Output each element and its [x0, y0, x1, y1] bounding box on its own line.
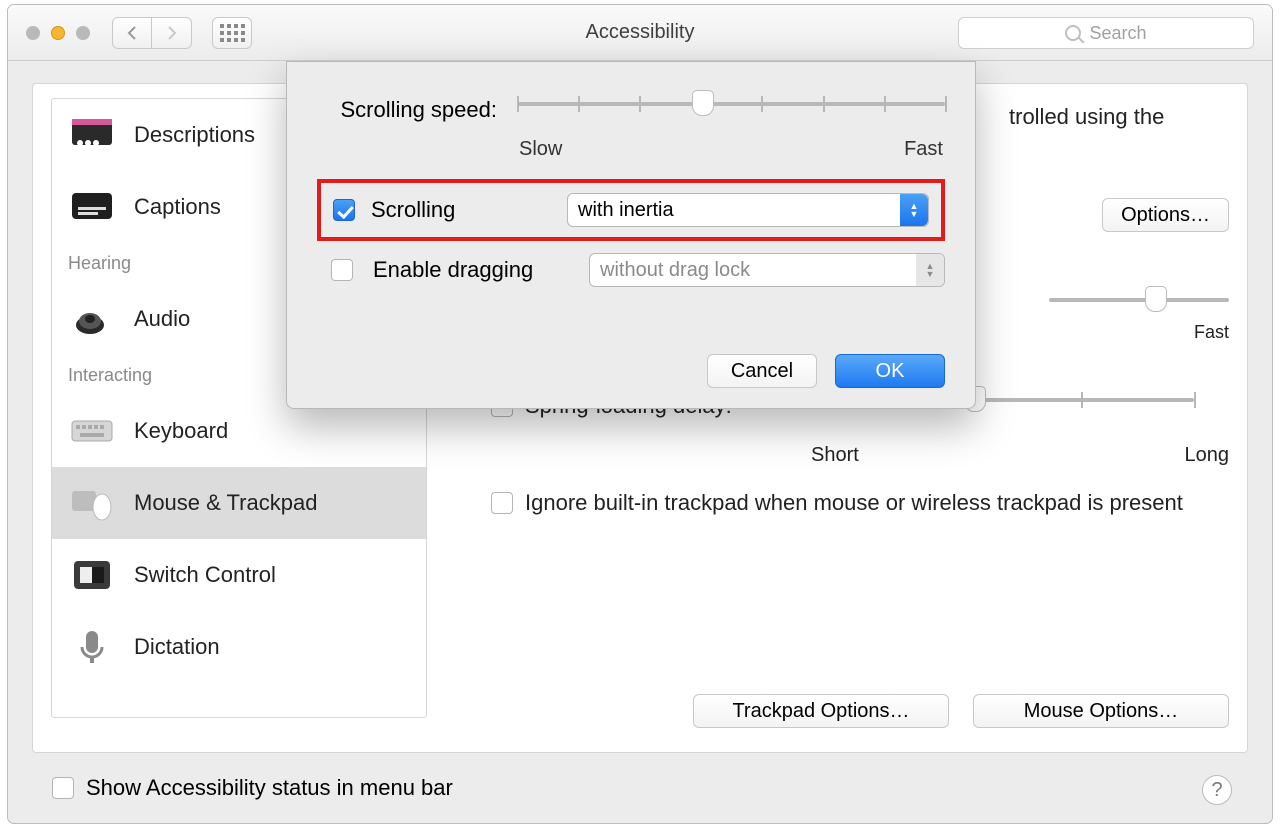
titlebar: Accessibility Search — [8, 5, 1272, 61]
scrolling-speed-label: Scrolling speed: — [317, 97, 497, 123]
show-status-checkbox[interactable] — [52, 777, 74, 799]
highlight-annotation: Scrolling with inertia ▲▼ — [317, 179, 945, 241]
captions-icon — [68, 187, 116, 227]
slow-label: Slow — [519, 138, 562, 161]
sidebar-item-switch-control[interactable]: Switch Control — [52, 539, 426, 611]
scrolling-checkbox[interactable] — [333, 199, 355, 221]
close-window-button[interactable] — [26, 26, 40, 40]
forward-button[interactable] — [152, 17, 192, 49]
chevron-updown-icon: ▲▼ — [916, 254, 944, 286]
sidebar-item-mouse-trackpad[interactable]: Mouse & Trackpad — [52, 467, 426, 539]
slider-thumb[interactable] — [1145, 286, 1167, 312]
minimize-window-button[interactable] — [51, 26, 65, 40]
scrolling-mode-popup[interactable]: with inertia ▲▼ — [567, 193, 929, 227]
sidebar-item-label: Dictation — [134, 634, 220, 660]
audio-icon — [68, 299, 116, 339]
enable-dragging-label: Enable dragging — [373, 257, 569, 283]
ok-button[interactable]: OK — [835, 354, 945, 388]
dragging-mode-value: without drag lock — [600, 259, 750, 282]
slider-thumb[interactable] — [692, 90, 714, 116]
footer-row: Show Accessibility status in menu bar — [52, 775, 453, 801]
ignore-trackpad-checkbox[interactable] — [491, 492, 513, 514]
window-controls — [26, 26, 90, 40]
help-button[interactable]: ? — [1202, 775, 1232, 805]
spring-left-label: Short — [811, 444, 859, 467]
options-button[interactable]: Options… — [1102, 198, 1229, 232]
sidebar-item-label: Captions — [134, 194, 221, 220]
nav-buttons — [112, 17, 192, 49]
switch-control-icon — [68, 555, 116, 595]
scrolling-mode-value: with inertia — [578, 199, 674, 222]
search-placeholder: Search — [1089, 23, 1146, 44]
spring-right-label: Long — [1185, 444, 1230, 467]
description-text-fragment: trolled using the — [1009, 104, 1229, 130]
grid-icon — [220, 24, 245, 42]
secondary-slider[interactable] — [1049, 286, 1229, 326]
back-button[interactable] — [112, 17, 152, 49]
search-icon — [1065, 25, 1081, 41]
fast-label: Fast — [904, 138, 943, 161]
scrolling-speed-slider[interactable] — [517, 90, 945, 130]
trackpad-options-button[interactable]: Trackpad Options… — [693, 694, 949, 728]
sidebar-item-label: Mouse & Trackpad — [134, 490, 317, 516]
sidebar-item-dictation[interactable]: Dictation — [52, 611, 426, 683]
show-status-label: Show Accessibility status in menu bar — [86, 775, 453, 801]
dictation-icon — [68, 627, 116, 667]
sidebar-item-label: Switch Control — [134, 562, 276, 588]
descriptions-icon — [68, 115, 116, 155]
trackpad-options-sheet: Scrolling speed: Slow Fast Scrolling wit… — [286, 61, 976, 409]
sidebar-item-label: Descriptions — [134, 122, 255, 148]
show-all-button[interactable] — [212, 17, 252, 49]
dragging-mode-popup[interactable]: without drag lock ▲▼ — [589, 253, 945, 287]
ignore-trackpad-label: Ignore built-in trackpad when mouse or w… — [525, 490, 1183, 516]
mouse-trackpad-icon — [68, 483, 116, 523]
chevron-updown-icon: ▲▼ — [900, 194, 928, 226]
cancel-button[interactable]: Cancel — [707, 354, 817, 388]
enable-dragging-checkbox[interactable] — [331, 259, 353, 281]
search-field[interactable]: Search — [958, 17, 1254, 49]
scrolling-label: Scrolling — [371, 197, 551, 223]
zoom-window-button[interactable] — [76, 26, 90, 40]
preferences-window: Accessibility Search Descriptions Captio… — [7, 4, 1273, 824]
mouse-options-button[interactable]: Mouse Options… — [973, 694, 1229, 728]
keyboard-icon — [68, 411, 116, 451]
sidebar-item-label: Audio — [134, 306, 190, 332]
sidebar-item-label: Keyboard — [134, 418, 228, 444]
